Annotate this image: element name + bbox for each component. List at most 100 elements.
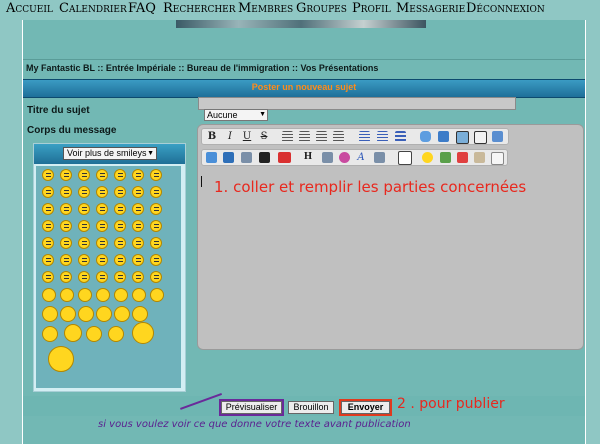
- spoiler-icon[interactable]: [456, 131, 469, 144]
- smiley-emoticon[interactable]: [132, 254, 144, 266]
- smiley-emoticon[interactable]: [60, 254, 72, 266]
- smiley-emoticon[interactable]: [132, 271, 144, 283]
- smiley-emoticon[interactable]: [114, 203, 126, 215]
- smiley-emoticon[interactable]: [96, 237, 108, 249]
- underline-button[interactable]: U: [240, 130, 254, 143]
- nav-accueil[interactable]: Accueil: [6, 1, 53, 16]
- smiley-emoticon[interactable]: [108, 326, 124, 342]
- numbered-list-icon[interactable]: [377, 131, 388, 142]
- italic-button[interactable]: I: [223, 130, 237, 143]
- font-size-icon[interactable]: [322, 152, 333, 163]
- smiley-emoticon[interactable]: [132, 203, 144, 215]
- smiley-emoticon[interactable]: [42, 271, 54, 283]
- smiley-emoticon[interactable]: [132, 186, 144, 198]
- smiley-emoticon[interactable]: [150, 237, 162, 249]
- image-host-icon[interactable]: [206, 152, 217, 163]
- smiley-emoticon[interactable]: [86, 326, 102, 342]
- smiley-emoticon[interactable]: [114, 306, 130, 322]
- smiley-emoticon[interactable]: [60, 220, 72, 232]
- bullet-list-icon[interactable]: [359, 131, 370, 142]
- smiley-emoticon[interactable]: [114, 288, 128, 302]
- topic-type-select[interactable]: Aucune ▼: [204, 109, 268, 121]
- nav-groupes[interactable]: Groupes: [296, 1, 347, 16]
- format-icon[interactable]: [374, 152, 385, 163]
- smiley-emoticon[interactable]: [96, 271, 108, 283]
- smiley-emoticon[interactable]: [42, 186, 54, 198]
- smiley-emoticon[interactable]: [42, 169, 54, 181]
- smiley-emoticon[interactable]: [78, 237, 90, 249]
- heading-button[interactable]: H: [301, 151, 315, 164]
- smiley-emoticon[interactable]: [114, 254, 126, 266]
- smiley-emoticon[interactable]: [78, 186, 90, 198]
- image-icon[interactable]: [223, 152, 234, 163]
- smiley-emoticon[interactable]: [96, 288, 110, 302]
- smiley-emoticon[interactable]: [42, 326, 58, 342]
- smiley-emoticon[interactable]: [96, 203, 108, 215]
- smiley-emoticon[interactable]: [78, 220, 90, 232]
- smiley-emoticon[interactable]: [42, 254, 54, 266]
- send-button[interactable]: Envoyer: [339, 399, 392, 416]
- smiley-emoticon[interactable]: [132, 237, 144, 249]
- smiley-emoticon[interactable]: [150, 186, 162, 198]
- smiley-emoticon[interactable]: [60, 169, 72, 181]
- strike-button[interactable]: S: [257, 130, 271, 143]
- nav-calendrier[interactable]: Calendrier: [59, 1, 127, 16]
- smiley-emoticon[interactable]: [114, 186, 126, 198]
- smiley-emoticon[interactable]: [150, 203, 162, 215]
- font-button[interactable]: A: [354, 151, 368, 164]
- bold-button[interactable]: B: [205, 130, 219, 143]
- source-icon[interactable]: [491, 152, 504, 165]
- smiley-emoticon[interactable]: [60, 186, 72, 198]
- youtube-icon[interactable]: [278, 152, 291, 163]
- preview-button[interactable]: Prévisualiser: [219, 399, 284, 416]
- draft-button[interactable]: Brouillon: [288, 401, 334, 414]
- smiley-emoticon[interactable]: [132, 306, 148, 322]
- embed-icon[interactable]: [259, 152, 270, 163]
- smiley-emoticon[interactable]: [78, 203, 90, 215]
- smiley-emoticon[interactable]: [132, 288, 146, 302]
- smiley-emoticon[interactable]: [96, 220, 108, 232]
- smiley-emoticon[interactable]: [132, 322, 154, 344]
- smiley-emoticon[interactable]: [60, 271, 72, 283]
- smiley-emoticon[interactable]: [96, 254, 108, 266]
- smiley-emoticon[interactable]: [150, 288, 164, 302]
- link-icon[interactable]: [241, 152, 252, 163]
- smiley-emoticon[interactable]: [114, 271, 126, 283]
- align-center-icon[interactable]: [299, 131, 310, 142]
- nav-messagerie[interactable]: Messagerie: [396, 1, 465, 16]
- smiley-emoticon[interactable]: [78, 169, 90, 181]
- smiley-emoticon[interactable]: [96, 169, 108, 181]
- smiley-emoticon[interactable]: [150, 271, 162, 283]
- smiley-emoticon[interactable]: [114, 220, 126, 232]
- align-right-icon[interactable]: [316, 131, 327, 142]
- align-left-icon[interactable]: [282, 131, 293, 142]
- table-icon[interactable]: [492, 131, 503, 142]
- smiley-emoticon[interactable]: [96, 186, 108, 198]
- smiley-more-select[interactable]: Voir plus de smileys ▼: [63, 147, 157, 160]
- smiley-emoticon[interactable]: [132, 220, 144, 232]
- hide-icon[interactable]: [474, 131, 487, 144]
- code-icon[interactable]: [438, 131, 449, 142]
- nav-profil[interactable]: Profil: [352, 1, 391, 16]
- quote-icon[interactable]: [420, 131, 431, 142]
- nav-membres[interactable]: Membres: [238, 1, 293, 16]
- smiley-emoticon[interactable]: [48, 346, 74, 372]
- smiley-emoticon[interactable]: [60, 288, 74, 302]
- smiley-emoticon[interactable]: [42, 288, 56, 302]
- smiley-emoticon[interactable]: [132, 169, 144, 181]
- breadcrumb[interactable]: My Fantastic BL :: Entrée Impériale :: B…: [26, 63, 378, 73]
- nav-deconnexion[interactable]: Déconnexion: [466, 1, 545, 16]
- smiley-icon[interactable]: [422, 152, 433, 163]
- smiley-emoticon[interactable]: [42, 237, 54, 249]
- smiley-emoticon[interactable]: [114, 169, 126, 181]
- smiley-emoticon[interactable]: [78, 254, 90, 266]
- smiley-emoticon[interactable]: [150, 254, 162, 266]
- smiley-emoticon[interactable]: [150, 169, 162, 181]
- smiley-emoticon[interactable]: [64, 324, 82, 342]
- smiley-emoticon[interactable]: [150, 220, 162, 232]
- more-icon[interactable]: [398, 151, 412, 165]
- align-justify-icon[interactable]: [333, 131, 344, 142]
- color-icon[interactable]: [339, 152, 350, 163]
- date-icon[interactable]: [440, 152, 451, 163]
- smiley-emoticon[interactable]: [60, 306, 76, 322]
